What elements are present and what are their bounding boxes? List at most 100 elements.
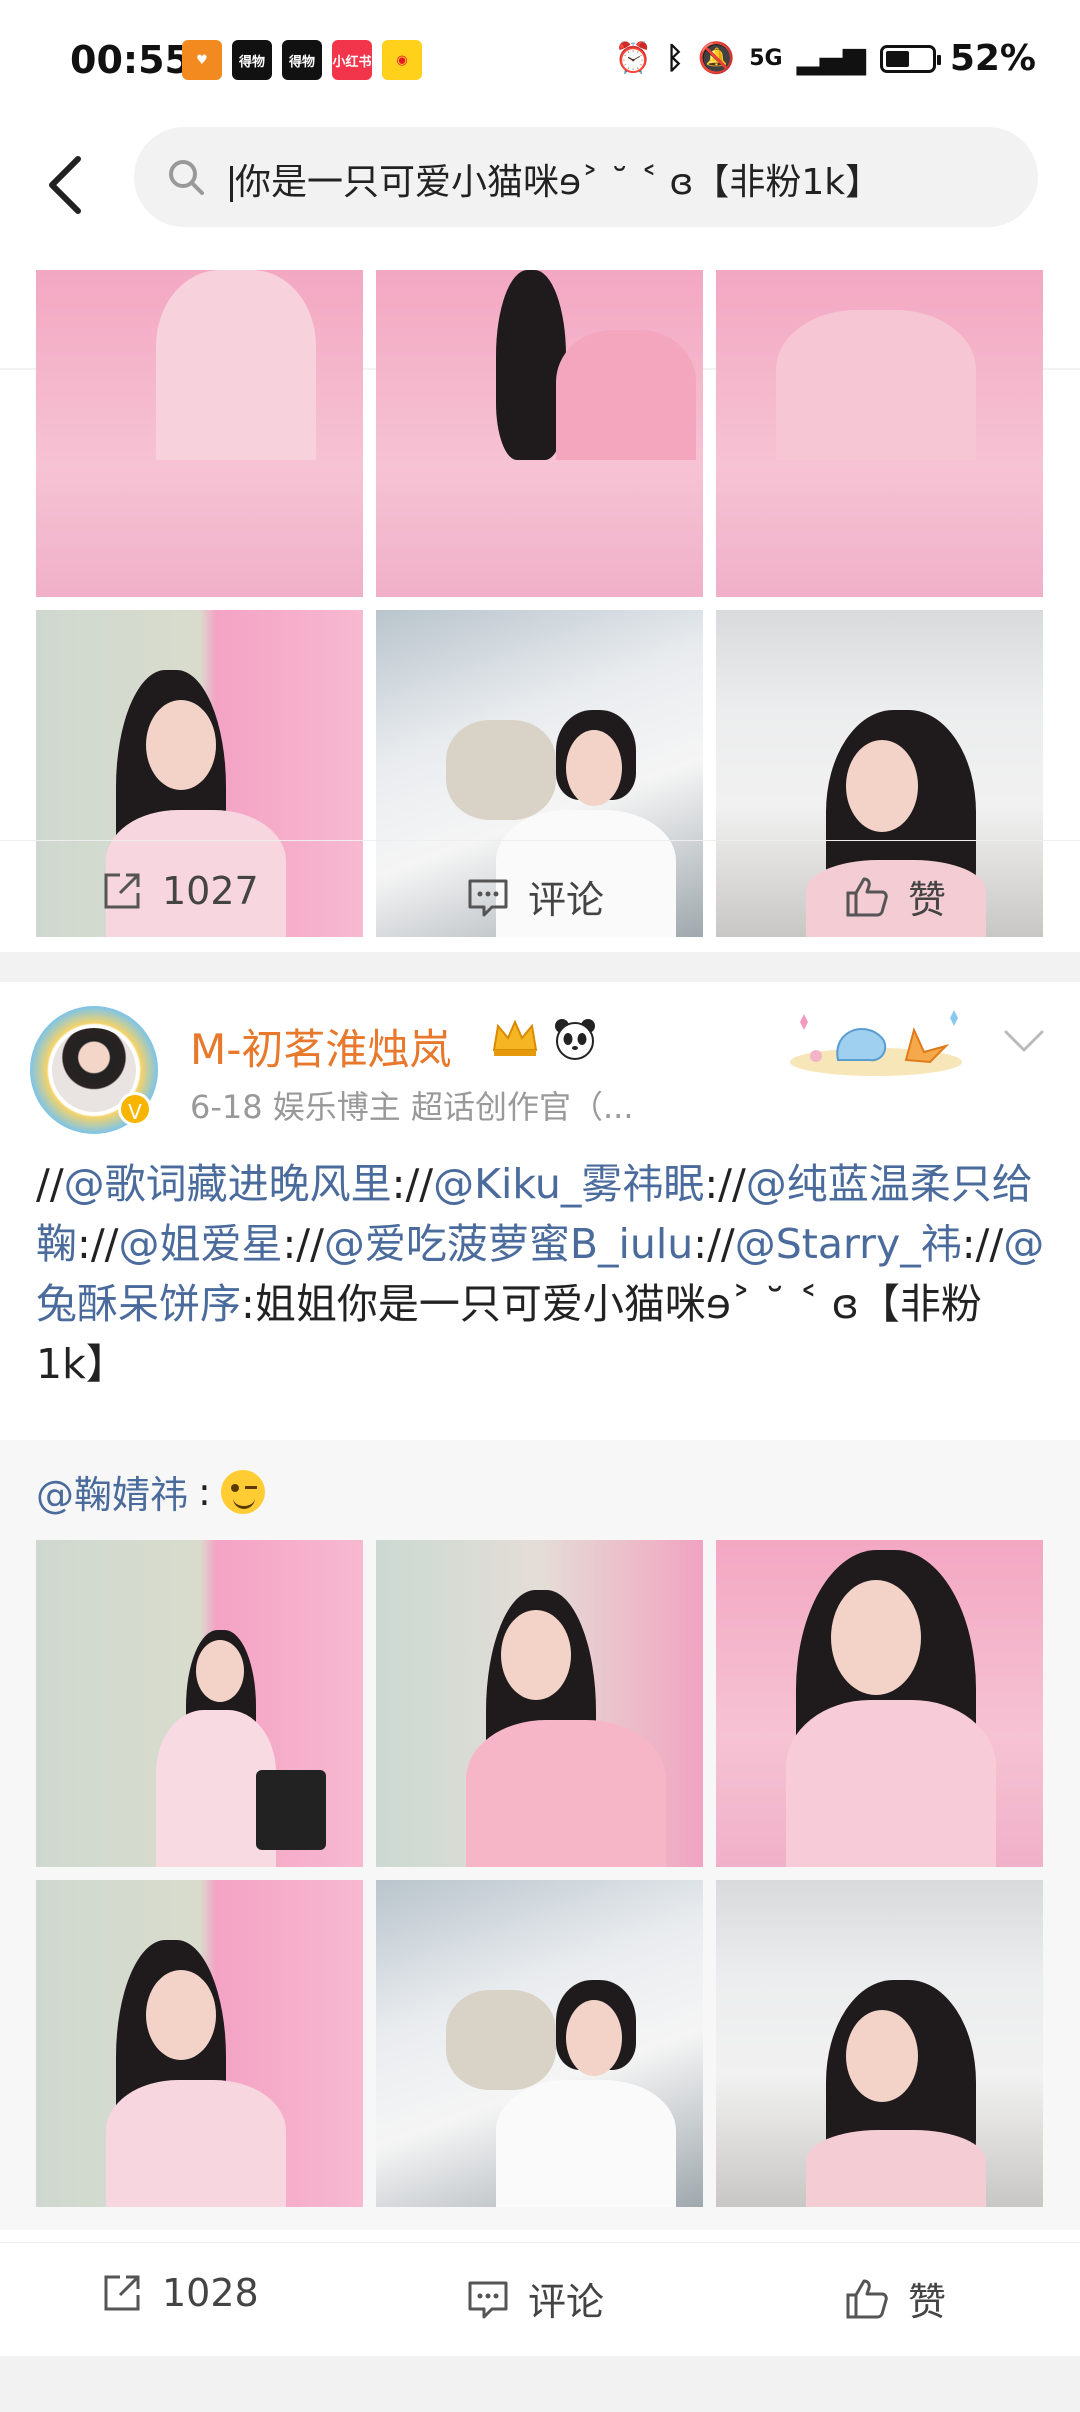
figure-face: [846, 740, 918, 832]
post-2-photo-6[interactable]: [716, 1880, 1043, 2207]
figure-body: [156, 270, 316, 460]
post-2-photo-2[interactable]: [376, 1540, 703, 1867]
figure-body: [106, 2080, 286, 2207]
figure-face: [846, 2010, 918, 2102]
signal-icon: ▂▄▆: [796, 41, 866, 76]
post-2-repost-count: 1028: [162, 2271, 259, 2315]
body-text-segment: //: [36, 1160, 64, 1208]
figure-body: [806, 2130, 986, 2207]
post-1-comment-label: 评论: [528, 878, 605, 922]
comment-icon: [468, 2281, 508, 2318]
thumbs-up-icon: [846, 877, 888, 916]
search-bar[interactable]: 你是一只可爱小猫咪ɘ˃ ˘ ˂ ɞ【非粉1k】: [134, 127, 1038, 227]
figure-face: [501, 1610, 571, 1700]
figure-body: [496, 2080, 676, 2207]
status-bar: 00:55 ♥ 得物 得物 小红书 ◉ ⏰ ᛒ 🔕 5G ▂▄▆ 52%: [0, 0, 1080, 125]
body-text-segment: ://: [77, 1220, 119, 1268]
mute-icon: 🔕: [697, 41, 736, 76]
search-icon: [169, 160, 204, 195]
post-1-actions: 1027 评论 赞: [0, 840, 1080, 951]
post-2-like-button[interactable]: 赞: [844, 2271, 946, 2326]
post-card-1: 1027 评论 赞: [0, 270, 1080, 952]
post-2-body-text: //@歌词藏进晚风里://@Kiku_雾祎眠://@纯蓝温柔只给鞠://@姐爱星…: [36, 1154, 1046, 1394]
post-2-photo-4[interactable]: [36, 1880, 363, 2207]
post-1-like-button[interactable]: 赞: [844, 869, 946, 924]
post-2-photo-grid: [36, 1540, 1043, 2207]
post-1-like-label: 赞: [908, 878, 947, 922]
post-2-comment-label: 评论: [528, 2280, 605, 2324]
body-text-segment: ://: [282, 1220, 324, 1268]
post-2-username[interactable]: M-初茗淮烛岚: [190, 1016, 451, 1077]
post-card-2: V M-初茗淮烛岚 6-18 娱乐博主 超话创作官（... //@歌词藏进晚风里…: [0, 982, 1080, 2356]
alarm-icon: ⏰: [614, 41, 652, 76]
body-text-segment: ://: [704, 1160, 746, 1208]
post-2-photo-5[interactable]: [376, 1880, 703, 2207]
mention-link[interactable]: @歌词藏进晚风里: [64, 1160, 392, 1208]
status-indicators: ⏰ ᛒ 🔕 5G ▂▄▆ 52%: [615, 38, 1036, 79]
post-2-avatar[interactable]: V: [30, 1006, 158, 1134]
original-post-header: @鞠婧祎 :: [36, 1464, 265, 1519]
mention-link[interactable]: @姐爱星: [118, 1220, 282, 1268]
figure-face: [831, 1580, 921, 1695]
battery-icon: [879, 44, 941, 73]
app-icon-xiaohongshu: 小红书: [332, 40, 372, 80]
post-2-meta: 6-18 娱乐博主 超话创作官（...: [190, 1088, 634, 1126]
thumbs-up-icon: [846, 2279, 888, 2318]
app-icon-dewu-2: 得物: [282, 40, 322, 80]
chair: [256, 1770, 326, 1850]
figure-body: [556, 330, 696, 460]
figure-body: [786, 1700, 996, 1867]
post-1-repost-count: 1027: [162, 869, 259, 913]
post-2-comment-button[interactable]: 评论: [466, 2271, 604, 2326]
post-1-photo-grid: [36, 270, 1043, 937]
post-2-photo-1[interactable]: [36, 1540, 363, 1867]
figure-face: [146, 700, 216, 790]
back-arrow-icon[interactable]: [38, 145, 98, 225]
figure-body: [776, 310, 976, 460]
figure-prop: [446, 1990, 556, 2090]
app-icon-weibo: ◉: [382, 40, 422, 80]
post-1-photo-1[interactable]: [36, 270, 363, 597]
verified-badge-icon: V: [118, 1092, 152, 1126]
bluetooth-icon: ᛒ: [665, 41, 684, 76]
battery-fill: [885, 50, 909, 67]
post-1-comment-button[interactable]: 评论: [466, 869, 604, 924]
status-time: 00:55: [70, 38, 191, 82]
mention-link[interactable]: @Kiku_雾祎眠: [433, 1160, 704, 1208]
original-author-link[interactable]: @鞠婧祎: [36, 1464, 188, 1519]
search-header: 你是一只可爱小猫咪ɘ˃ ˘ ˂ ɞ【非粉1k】: [0, 125, 1080, 250]
post-1-photo-2[interactable]: [376, 270, 703, 597]
post-2-actions: 1028 评论 赞: [0, 2242, 1080, 2353]
post-2-photo-3[interactable]: [716, 1540, 1043, 1867]
mention-link[interactable]: @爱吃菠萝蜜B_iulu: [324, 1220, 693, 1268]
figure-prop: [446, 720, 556, 820]
original-author-colon: :: [198, 1469, 211, 1514]
post-2-repost-button[interactable]: 1028: [100, 2271, 259, 2315]
chevron-down-icon[interactable]: [1000, 1026, 1048, 1056]
post-1-photo-3[interactable]: [716, 270, 1043, 597]
search-input[interactable]: 你是一只可爱小猫咪ɘ˃ ˘ ˂ ɞ【非粉1k】: [230, 153, 1020, 205]
search-query: 你是一只可爱小猫咪ɘ˃ ˘ ˂ ɞ【非粉1k】: [235, 162, 882, 203]
body-text-segment: ://: [391, 1160, 434, 1208]
mention-link[interactable]: @Starry_祎: [735, 1220, 962, 1268]
repost-icon: [104, 2275, 140, 2311]
figure-body: [466, 1720, 666, 1867]
app-icon-dewu-1: 得物: [232, 40, 272, 80]
post-2-original-post[interactable]: @鞠婧祎 :: [0, 1440, 1080, 2230]
battery-percent: 52%: [949, 38, 1036, 79]
comment-icon: [468, 879, 508, 916]
wink-emoji-icon: [220, 1469, 265, 1514]
post-2-like-label: 赞: [908, 2280, 947, 2324]
body-text-segment: ://: [961, 1220, 1004, 1268]
battery-tip: [936, 54, 941, 65]
panda-badge-icon: [555, 1019, 595, 1060]
figure-face: [566, 2000, 622, 2076]
notification-icons: ♥ 得物 得物 小红书 ◉: [182, 40, 422, 80]
figure-face: [196, 1640, 244, 1702]
figure-face: [146, 1970, 216, 2060]
post-1-repost-button[interactable]: 1027: [100, 869, 259, 913]
network-5g-icon: 5G: [749, 45, 783, 71]
repost-icon: [104, 873, 140, 909]
seashell-decoration-icon: [790, 1010, 962, 1076]
body-text-segment: ://: [693, 1220, 735, 1268]
